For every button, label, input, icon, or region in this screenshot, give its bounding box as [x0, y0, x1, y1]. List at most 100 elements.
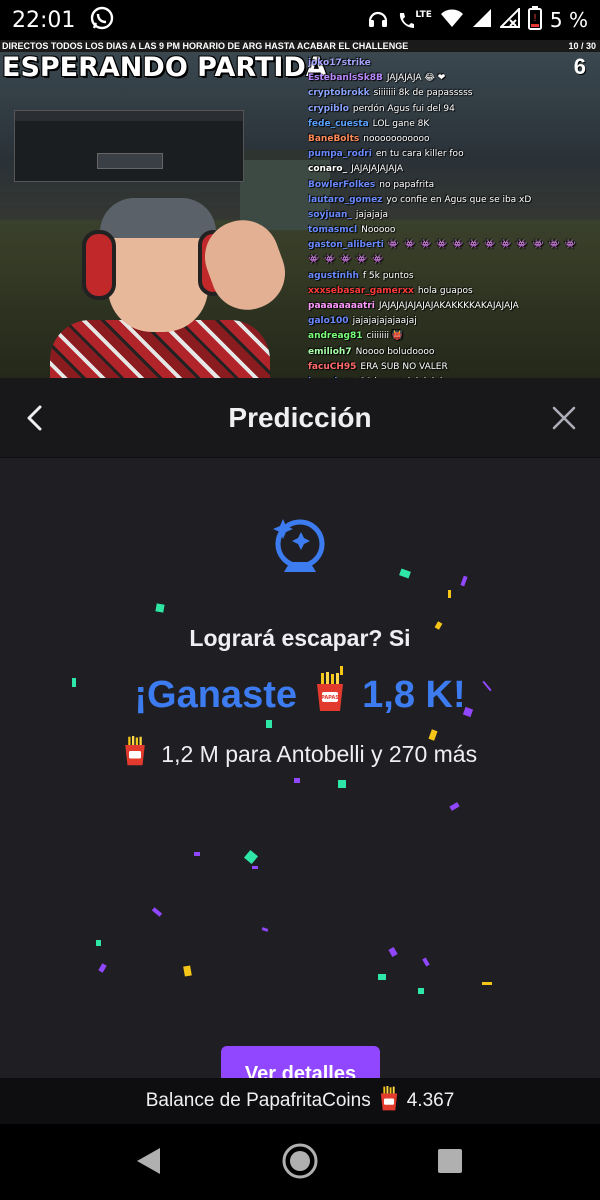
- status-time: 22:01: [12, 7, 76, 33]
- chat-message: pumpa_rodri en tu cara killer foo: [308, 147, 600, 162]
- chat-username: joko17strike: [308, 58, 371, 68]
- chat-username: gaston_aliberti: [308, 240, 384, 251]
- back-icon: [137, 1148, 160, 1174]
- confetti-piece: [388, 947, 398, 957]
- confetti-piece: [194, 852, 200, 856]
- chat-username: galo100: [308, 316, 349, 327]
- chat-text: Nooooo: [361, 225, 396, 236]
- winners-text: 1,2 M para Antobelli y 270 más: [161, 741, 478, 767]
- chat-text: ciiiiiii 👹: [366, 331, 404, 342]
- winners-summary: 1,2 M para Antobelli y 270 más: [0, 736, 600, 772]
- chat-text: JAJAJAJA 😂 ❤: [386, 73, 446, 84]
- crystal-ball-icon: [270, 514, 330, 584]
- chat-username: andreag81: [308, 331, 363, 342]
- prediction-question: Logrará escapar? Si: [189, 625, 411, 651]
- chat-username: emilioh7: [308, 346, 352, 357]
- wifi-icon: [440, 8, 464, 33]
- headphones-icon: [367, 7, 389, 34]
- won-amount: 1,8 K!: [362, 674, 466, 717]
- balance-footer: Balance de PapafritaCoins 4.367: [0, 1078, 600, 1124]
- nav-recents-button[interactable]: [437, 1148, 463, 1179]
- papafrita-coin-icon: [379, 1085, 399, 1117]
- recents-icon: [438, 1149, 462, 1173]
- video-banner: DIRECTOS TODOS LOS DIAS A LAS 9 PM HORAR…: [0, 40, 600, 52]
- chat-message: galo100 jajajajajajaajaj: [308, 314, 600, 329]
- chat-message: conaro_ JAJAJAJAJAJA: [308, 162, 600, 177]
- status-bar: 22:01 LTE ! 5 %: [0, 0, 600, 40]
- confetti-piece: [418, 988, 424, 994]
- confetti-piece: [151, 907, 163, 917]
- confetti-piece: [155, 603, 165, 613]
- chat-username: BaneBolts: [308, 133, 360, 144]
- chat-message: fede_cuesta LOL gane 8K: [308, 117, 600, 132]
- chat-message: BowlerFolkes no papafrita: [308, 178, 600, 193]
- chat-username: lautaro_gomez: [308, 194, 383, 205]
- confetti-piece: [338, 780, 346, 788]
- chat-text: en tu cara killer foo: [375, 149, 464, 160]
- close-icon: [552, 406, 576, 430]
- chat-text: perdón Agus fui del 94: [352, 103, 455, 114]
- call-lte-icon: LTE: [397, 10, 432, 30]
- chat-text: Noooo boludoooo: [355, 346, 435, 357]
- won-headline: ¡Ganaste PAPAS 1,8 K!: [0, 672, 600, 722]
- chat-username: conaro_: [308, 164, 348, 175]
- chat-message: lautaro_gomez yo confie en Agus que se ib…: [308, 193, 600, 208]
- chat-text: jajajajajajaajaj: [352, 316, 417, 327]
- chat-message: EstebanlsSk8B JAJAJAJA 😂 ❤: [308, 71, 600, 86]
- confetti-piece: [294, 778, 300, 783]
- chat-message: andreag81 ciiiiiii 👹: [308, 329, 600, 344]
- confetti-piece: [449, 802, 460, 811]
- balance-value: 4.367: [406, 1090, 455, 1111]
- confetti-piece: [482, 982, 492, 985]
- chat-message: gaston_aliberti 👾 👾 👾 👾 👾 👾 👾 👾 👾 👾 👾 👾: [308, 238, 600, 253]
- chat-message: paaaaaaaatri JAJAJAJAJAJAJAKAKKKKAKAJAJAJ…: [308, 299, 600, 314]
- confetti-piece: [399, 568, 411, 579]
- chat-text: LOL gane 8K: [372, 118, 430, 129]
- video-banner-text: DIRECTOS TODOS LOS DIAS A LAS 9 PM HORAR…: [2, 41, 409, 51]
- chat-username: pumpa_rodri: [308, 149, 372, 160]
- won-prefix: ¡Ganaste: [134, 674, 297, 717]
- papafrita-coin-icon: [123, 736, 147, 772]
- panel-title: Predicción: [228, 402, 372, 433]
- whatsapp-icon: [89, 5, 115, 36]
- home-icon: [282, 1143, 318, 1179]
- confetti-piece: [252, 866, 258, 869]
- battery-level: 5 %: [549, 8, 588, 32]
- chat-text: ERA SUB NO VALER: [360, 361, 448, 372]
- stream-video[interactable]: DIRECTOS TODOS LOS DIAS A LAS 9 PM HORAR…: [0, 40, 600, 378]
- chat-message: joko17strike: [308, 56, 600, 71]
- chat-text: hola guapos: [417, 285, 473, 296]
- chat-text: jajajaja: [355, 209, 388, 220]
- chat-message: 👾 👾 👾 👾 👾: [308, 253, 600, 268]
- streamer-image: [30, 190, 300, 378]
- chat-message: agustinhh f 5k puntos: [308, 269, 600, 284]
- papafrita-coin-icon: PAPAS: [314, 672, 346, 722]
- confetti-piece: [183, 965, 192, 977]
- chat-username: BowlerFolkes: [308, 179, 376, 190]
- battery-icon: !: [527, 5, 542, 35]
- confetti-piece: [460, 575, 468, 587]
- chat-username: facuCH95: [308, 361, 357, 372]
- chat-text: no papafrita: [379, 179, 435, 190]
- chat-text: JAJAJAJAJAJA: [351, 164, 404, 175]
- close-button[interactable]: [546, 400, 582, 436]
- nav-home-button[interactable]: [281, 1142, 319, 1185]
- chat-message: tomasmcl Nooooo: [308, 223, 600, 238]
- chat-text: f 5k puntos: [362, 270, 414, 281]
- video-counter: 10 / 30: [568, 41, 596, 51]
- video-game-window: [14, 110, 244, 182]
- svg-text:PAPAS: PAPAS: [321, 695, 339, 701]
- video-chat-overlay: joko17strike EstebanlsSk8B JAJAJAJA 😂 ❤ cry…: [308, 56, 600, 378]
- chat-message: BaneBolts nooooooooooo: [308, 132, 600, 147]
- panel-header: Predicción: [0, 378, 600, 458]
- confetti-piece: [448, 590, 451, 598]
- chat-username: xxxsebasar_gamerxx: [308, 285, 414, 296]
- chat-message: xxxsebasar_gamerxx hola guapos: [308, 284, 600, 299]
- chat-username: paaaaaaaatri: [308, 301, 375, 311]
- balance-label: Balance de PapafritaCoins: [145, 1090, 371, 1111]
- chat-username: agustinhh: [308, 270, 359, 281]
- view-details-button[interactable]: Ver detalles: [221, 1046, 380, 1078]
- nav-back-button[interactable]: [134, 1146, 162, 1181]
- chat-username: tomasmcl: [308, 225, 358, 236]
- chat-message: cryptobrokk siiiiiii 8k de papasssss: [308, 86, 600, 101]
